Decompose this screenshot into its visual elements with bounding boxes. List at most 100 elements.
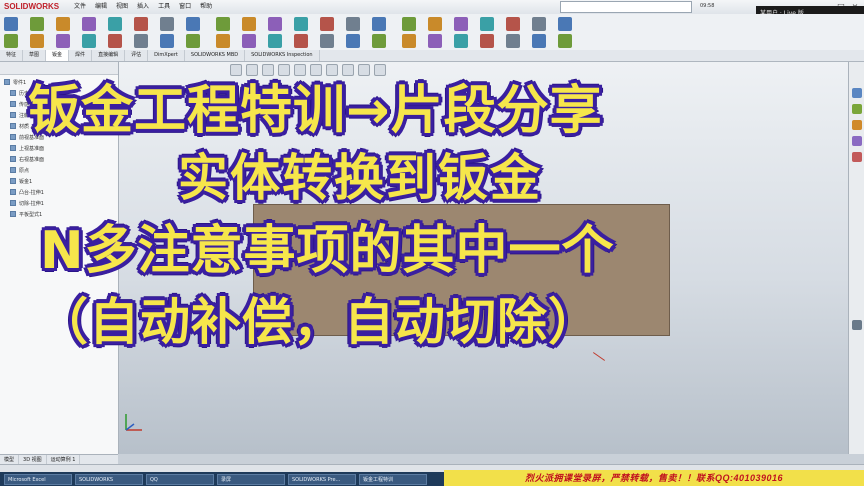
- axis-triad-icon: [125, 414, 142, 431]
- toolbar-tool-icon[interactable]: [30, 34, 44, 48]
- file-explorer-icon[interactable]: [852, 120, 862, 130]
- toolbar-tool-icon[interactable]: [506, 34, 520, 48]
- tree-item-label: 零件1: [13, 79, 27, 86]
- command-tab[interactable]: 草图: [23, 50, 47, 61]
- toolbar-tool-icon[interactable]: [186, 34, 200, 48]
- toolbar-tool-icon[interactable]: [480, 17, 494, 31]
- menu-item[interactable]: 视图: [116, 1, 128, 13]
- feature-icon: [10, 134, 16, 140]
- toolbar-tool-icon[interactable]: [294, 17, 308, 31]
- design-library-icon[interactable]: [852, 104, 862, 114]
- tree-item[interactable]: 钣金1: [10, 177, 32, 185]
- toolbar-tool-icon[interactable]: [30, 17, 44, 31]
- tree-item[interactable]: 零件1: [4, 78, 26, 86]
- toolbar-tool-icon[interactable]: [320, 17, 334, 31]
- toolbar-tool-icon[interactable]: [268, 34, 282, 48]
- toolbar-tool-icon[interactable]: [268, 17, 282, 31]
- tree-item[interactable]: 平板型式1: [10, 210, 42, 218]
- toolbar-tool-icon[interactable]: [160, 17, 174, 31]
- command-tab[interactable]: 直接编辑: [92, 50, 126, 61]
- tree-item[interactable]: 原点: [10, 166, 29, 174]
- view-palette-icon[interactable]: [852, 136, 862, 146]
- toolbar-tool-icon[interactable]: [134, 17, 148, 31]
- clock-text: 09:58: [700, 3, 715, 9]
- command-tab[interactable]: SOLIDWORKS MBD: [185, 50, 246, 61]
- tree-item[interactable]: 上视基准面: [10, 144, 44, 152]
- toolbar-tool-icon[interactable]: [372, 17, 386, 31]
- menu-item[interactable]: 窗口: [179, 1, 191, 13]
- command-tab[interactable]: 评估: [125, 50, 149, 61]
- toolbar-tool-icon[interactable]: [160, 34, 174, 48]
- menu-item[interactable]: 插入: [137, 1, 149, 13]
- toolbar-tool-icon[interactable]: [320, 34, 334, 48]
- toolbar-tool-icon[interactable]: [56, 17, 70, 31]
- menu-bar: 文件 编辑 视图 插入 工具 窗口 帮助: [74, 1, 212, 13]
- toolbar-tool-icon[interactable]: [82, 17, 96, 31]
- search-input[interactable]: [560, 1, 692, 13]
- menu-item[interactable]: 文件: [74, 1, 86, 13]
- appearances-icon[interactable]: [852, 152, 862, 162]
- feature-icon: [10, 178, 16, 184]
- taskbar-button[interactable]: QQ: [146, 473, 214, 485]
- tree-item[interactable]: 右视基准面: [10, 155, 44, 163]
- toolbar-tool-icon[interactable]: [294, 34, 308, 48]
- feature-icon: [10, 156, 16, 162]
- tree-item[interactable]: 注解: [10, 111, 29, 119]
- toolbar-tool-icon[interactable]: [108, 34, 122, 48]
- toolbar-tool-icon[interactable]: [532, 17, 546, 31]
- toolbar-tool-icon[interactable]: [346, 17, 360, 31]
- toolbar-tool-icon[interactable]: [4, 34, 18, 48]
- command-tab[interactable]: 焊件: [69, 50, 93, 61]
- toolbar-tool-icon[interactable]: [558, 34, 572, 48]
- taskbar-button[interactable]: 钣金工程特训: [359, 473, 427, 485]
- tree-item[interactable]: 历史: [10, 89, 29, 97]
- tree-item-label: 上视基准面: [19, 145, 45, 152]
- toolbar-tool-icon[interactable]: [402, 34, 416, 48]
- task-pane: [848, 62, 864, 454]
- menu-item[interactable]: 工具: [158, 1, 170, 13]
- taskbar-button[interactable]: SOLIDWORKS: [75, 473, 143, 485]
- toolbar-tool-icon[interactable]: [108, 17, 122, 31]
- feature-icon: [10, 123, 16, 129]
- feature-icon: [10, 145, 16, 151]
- toolbar-tool-icon[interactable]: [216, 17, 230, 31]
- tree-item-label: 切除-拉伸1: [19, 200, 44, 207]
- toolbar-tool-icon[interactable]: [134, 34, 148, 48]
- toolbar-tool-icon[interactable]: [558, 17, 572, 31]
- toolbar-tool-icon[interactable]: [480, 34, 494, 48]
- resources-icon[interactable]: [852, 88, 862, 98]
- command-tab[interactable]: 钣金: [46, 50, 70, 61]
- menu-item[interactable]: 帮助: [200, 1, 212, 13]
- toolbar-tool-icon[interactable]: [242, 34, 256, 48]
- toolbar-tool-icon[interactable]: [4, 17, 18, 31]
- toolbar-tool-icon[interactable]: [454, 34, 468, 48]
- command-tab[interactable]: SOLIDWORKS Inspection: [245, 50, 320, 61]
- toolbar-tool-icon[interactable]: [56, 34, 70, 48]
- custom-properties-icon[interactable]: [852, 320, 862, 330]
- toolbar-tool-icon[interactable]: [82, 34, 96, 48]
- toolbar-tool-icon[interactable]: [454, 17, 468, 31]
- taskbar-button[interactable]: 录屏: [217, 473, 285, 485]
- tree-item-label: 平板型式1: [19, 211, 43, 218]
- command-tab[interactable]: DimXpert: [148, 50, 185, 61]
- tree-item[interactable]: 凸台-拉伸1: [10, 188, 44, 196]
- feature-icon: [10, 189, 16, 195]
- feature-icon: [4, 79, 10, 85]
- toolbar-tool-icon[interactable]: [428, 34, 442, 48]
- toolbar-tool-icon[interactable]: [428, 17, 442, 31]
- toolbar-tool-icon[interactable]: [506, 17, 520, 31]
- command-tab[interactable]: 特征: [0, 50, 24, 61]
- toolbar-tool-icon[interactable]: [372, 34, 386, 48]
- tree-item[interactable]: 切除-拉伸1: [10, 199, 44, 207]
- toolbar-tool-icon[interactable]: [402, 17, 416, 31]
- taskbar-button[interactable]: SOLIDWORKS Pre...: [288, 473, 356, 485]
- toolbar-tool-icon[interactable]: [532, 34, 546, 48]
- toolbar-tool-icon[interactable]: [216, 34, 230, 48]
- tree-item-label: 凸台-拉伸1: [19, 189, 44, 196]
- toolbar-tool-icon[interactable]: [346, 34, 360, 48]
- menu-item[interactable]: 编辑: [95, 1, 107, 13]
- toolbar-tool-icon[interactable]: [242, 17, 256, 31]
- overlay-title-line-2: 实体转换到钣金: [178, 149, 542, 207]
- toolbar-tool-icon[interactable]: [186, 17, 200, 31]
- taskbar-button[interactable]: Microsoft Excel: [4, 473, 72, 485]
